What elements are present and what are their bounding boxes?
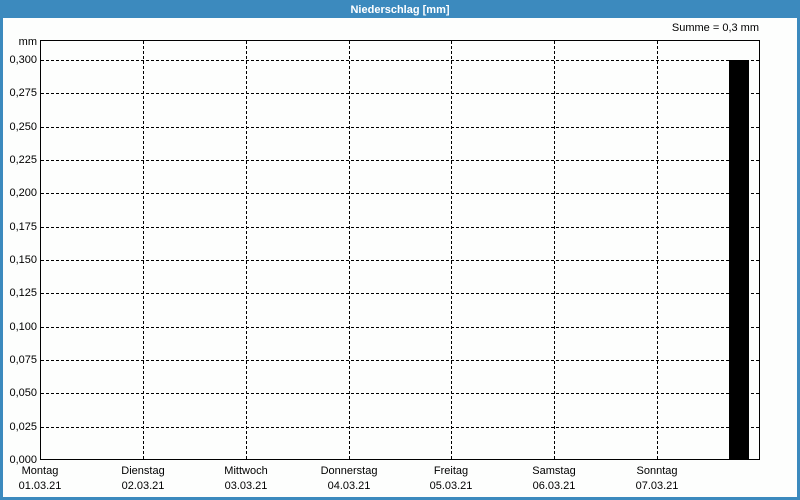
- vertical-gridline: [657, 41, 658, 459]
- x-date-label: 04.03.21: [327, 480, 371, 492]
- horizontal-gridline: [41, 260, 759, 261]
- vertical-gridline: [246, 41, 247, 459]
- y-tick-label: 0,225: [9, 154, 37, 166]
- y-tick-label: 0,050: [9, 387, 37, 399]
- x-date-label: 06.03.21: [532, 480, 576, 492]
- horizontal-gridline: [41, 426, 759, 428]
- y-tick-label: 0,250: [9, 121, 37, 133]
- horizontal-gridline: [41, 393, 759, 395]
- horizontal-gridline: [41, 126, 759, 128]
- window-title: Niederschlag [mm]: [350, 4, 450, 16]
- x-date-label: 05.03.21: [429, 480, 473, 492]
- x-day-label: Donnerstag: [320, 465, 378, 477]
- y-tick-label: 0,025: [9, 421, 37, 433]
- x-day-label: Samstag: [532, 465, 576, 477]
- horizontal-gridline: [41, 360, 759, 361]
- y-tick-label: 0,150: [9, 254, 37, 266]
- x-day-label: Sonntag: [636, 465, 678, 477]
- horizontal-gridline: [41, 326, 759, 328]
- x-date-label: 03.03.21: [224, 480, 268, 492]
- vertical-gridline: [349, 41, 350, 459]
- horizontal-gridline: [41, 226, 759, 228]
- vertical-gridline: [451, 41, 452, 459]
- horizontal-gridline: [41, 193, 759, 195]
- y-tick-label: 0,100: [9, 321, 37, 333]
- vertical-gridline: [143, 41, 144, 459]
- horizontal-gridline: [41, 60, 759, 61]
- precipitation-bar: [729, 60, 749, 459]
- y-tick-label: 0,175: [9, 221, 37, 233]
- vertical-gridline: [554, 41, 555, 459]
- window-titlebar: Niederschlag [mm]: [3, 3, 797, 18]
- x-date-label: 01.03.21: [18, 480, 62, 492]
- x-date-label: 02.03.21: [121, 480, 165, 492]
- x-day-label: Montag: [21, 465, 59, 477]
- x-day-label: Dienstag: [121, 465, 165, 477]
- x-day-label: Freitag: [433, 465, 469, 477]
- y-tick-label: 0,125: [9, 287, 37, 299]
- chart-window: Niederschlag [mm] Summe = 0,3 mm mm 0,30…: [0, 0, 800, 500]
- horizontal-gridline: [41, 160, 759, 161]
- plot-area: [40, 40, 760, 460]
- y-tick-label: 0,075: [9, 354, 37, 366]
- x-date-label: 07.03.21: [635, 480, 679, 492]
- y-tick-label: 0,200: [9, 187, 37, 199]
- y-tick-label: 0,300: [9, 54, 37, 66]
- y-axis-unit-label: mm: [18, 36, 37, 48]
- horizontal-gridline: [41, 293, 759, 295]
- sum-label: Summe = 0,3 mm: [671, 22, 759, 34]
- horizontal-gridline: [41, 93, 759, 95]
- x-day-label: Mittwoch: [224, 465, 268, 477]
- y-tick-label: 0,275: [9, 87, 37, 99]
